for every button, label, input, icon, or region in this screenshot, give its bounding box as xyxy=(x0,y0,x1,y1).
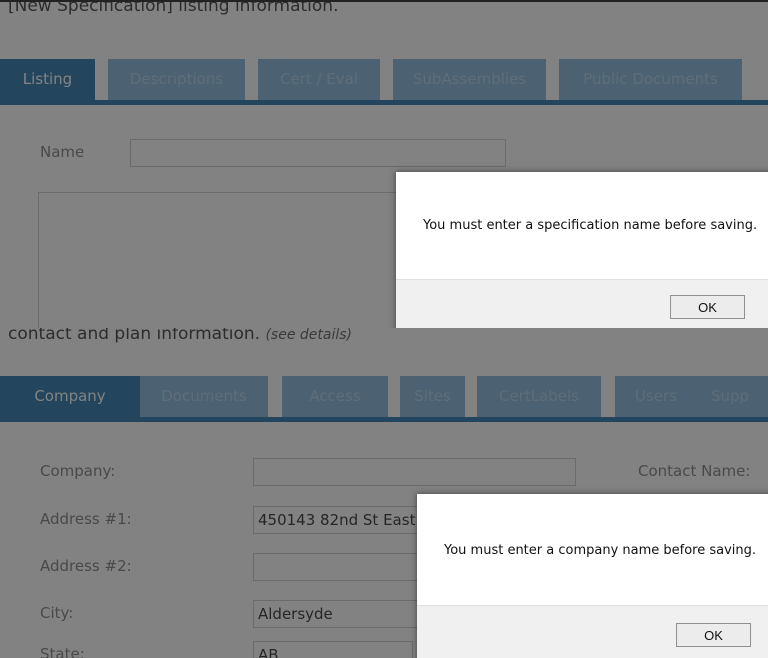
description-textarea[interactable] xyxy=(38,192,438,328)
company-panel: contact and plan information. (see detai… xyxy=(0,328,768,658)
page-intro: contact and plan information. (see detai… xyxy=(8,328,352,344)
alert-dialog: You must enter a company name before sav… xyxy=(417,494,768,658)
name-label: Name xyxy=(40,143,85,161)
tab-support[interactable]: Supp xyxy=(697,376,768,417)
address2-label: Address #2: xyxy=(40,557,132,575)
city-label: City: xyxy=(40,604,74,622)
tab-subassemblies[interactable]: SubAssemblies xyxy=(393,59,546,100)
tab-descriptions[interactable]: Descriptions xyxy=(108,59,245,100)
tab-documents[interactable]: Documents xyxy=(140,376,268,417)
tab-bar-rule xyxy=(0,100,768,105)
tab-cert-eval[interactable]: Cert / Eval xyxy=(258,59,380,100)
ok-button[interactable]: OK xyxy=(670,295,745,319)
name-field[interactable] xyxy=(130,139,506,167)
company-label: Company: xyxy=(40,462,116,480)
see-details-link[interactable]: (see details) xyxy=(265,328,352,343)
page-intro: [New Specification] listing information. xyxy=(8,0,339,16)
tab-certlabels[interactable]: CertLabels xyxy=(477,376,601,417)
state-field[interactable]: AB xyxy=(253,641,413,658)
company-tab-bar: Company Documents Access Sites CertLabel… xyxy=(0,376,768,422)
tab-company[interactable]: Company xyxy=(0,376,140,417)
spec-tab-bar: Listing Descriptions Cert / Eval SubAsse… xyxy=(0,59,768,105)
tab-sites[interactable]: Sites xyxy=(400,376,465,417)
tab-public-documents[interactable]: Public Documents xyxy=(559,59,742,100)
tab-bar-rule xyxy=(0,417,768,422)
address1-label: Address #1: xyxy=(40,510,132,528)
tab-users[interactable]: Users xyxy=(615,376,697,417)
contact-name-label: Contact Name: xyxy=(638,462,751,480)
dialog-message: You must enter a company name before sav… xyxy=(444,543,757,558)
dialog-footer: OK xyxy=(396,279,768,328)
tab-listing[interactable]: Listing xyxy=(0,59,95,100)
company-field[interactable] xyxy=(253,458,576,486)
state-label: State: xyxy=(40,645,85,658)
dialog-message: You must enter a specification name befo… xyxy=(423,218,758,233)
specification-panel: [New Specification] listing information.… xyxy=(0,0,768,328)
tab-access[interactable]: Access xyxy=(282,376,388,417)
dialog-footer: OK xyxy=(417,605,768,658)
intro-text: contact and plan information. xyxy=(8,328,261,344)
alert-dialog: You must enter a specification name befo… xyxy=(396,172,768,328)
ok-button[interactable]: OK xyxy=(676,623,751,647)
